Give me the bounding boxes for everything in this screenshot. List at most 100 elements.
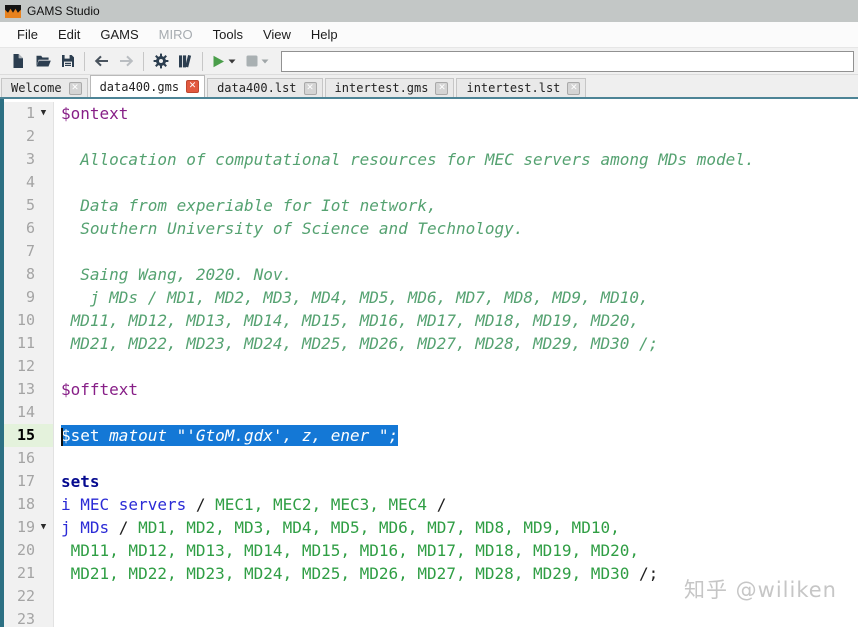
settings-gear-icon bbox=[153, 53, 168, 69]
gutter-cell: 22 bbox=[4, 585, 54, 608]
toolbar-separator bbox=[202, 51, 203, 71]
code-text[interactable] bbox=[54, 401, 858, 424]
command-parameter-input[interactable] bbox=[281, 50, 854, 72]
fold-arrow-icon[interactable]: ▼ bbox=[35, 516, 52, 539]
gutter-cell: 12 bbox=[4, 355, 54, 378]
gutter-cell: 18 bbox=[4, 493, 54, 516]
code-text[interactable]: $set matout "'GtoM.gdx', z, ener "; bbox=[54, 424, 858, 447]
code-text[interactable] bbox=[54, 171, 858, 194]
tab-close-icon[interactable]: ✕ bbox=[567, 81, 581, 95]
menu-item-help[interactable]: Help bbox=[301, 24, 348, 45]
gutter-cell: 8 bbox=[4, 263, 54, 286]
code-text[interactable]: MD11, MD12, MD13, MD14, MD15, MD16, MD17… bbox=[54, 309, 858, 332]
code-text[interactable]: sets bbox=[54, 470, 858, 493]
line-number: 14 bbox=[16, 403, 35, 421]
code-line-11: 11 MD21, MD22, MD23, MD24, MD25, MD26, M… bbox=[4, 332, 858, 355]
code-text[interactable]: MD11, MD12, MD13, MD14, MD15, MD16, MD17… bbox=[54, 539, 858, 562]
gutter-cell: 7 bbox=[4, 240, 54, 263]
gutter-cell: 5 bbox=[4, 194, 54, 217]
gutter-cell: 9 bbox=[4, 286, 54, 309]
gutter-cell: 1 ▼ bbox=[4, 102, 54, 125]
code-text[interactable] bbox=[54, 240, 858, 263]
tab-data400.lst[interactable]: data400.lst ✕ bbox=[207, 78, 323, 97]
line-number: 18 bbox=[16, 495, 35, 513]
code-lines[interactable]: 1 ▼ $ontext 2 3 Allocation of computational … bbox=[4, 99, 858, 627]
line-number: 8 bbox=[25, 265, 35, 283]
code-text[interactable]: Southern University of Science and Techn… bbox=[54, 217, 858, 240]
gutter-cell: 17 bbox=[4, 470, 54, 493]
run-button[interactable] bbox=[207, 49, 241, 73]
code-line-12: 12 bbox=[4, 355, 858, 378]
code-line-2: 2 bbox=[4, 125, 858, 148]
line-number: 10 bbox=[16, 311, 35, 329]
gutter-cell: 6 bbox=[4, 217, 54, 240]
tab-close-icon[interactable]: ✕ bbox=[68, 81, 82, 95]
tab-close-icon[interactable]: ✕ bbox=[435, 81, 449, 95]
model-library-icon bbox=[179, 54, 192, 68]
tab-welcome[interactable]: Welcome ✕ bbox=[1, 78, 88, 97]
run-icon bbox=[213, 55, 224, 67]
save-button[interactable] bbox=[55, 49, 80, 73]
line-number: 12 bbox=[16, 357, 35, 375]
code-text[interactable]: Saing Wang, 2020. Nov. bbox=[54, 263, 858, 286]
line-number: 16 bbox=[16, 449, 35, 467]
tab-intertest.gms[interactable]: intertest.gms ✕ bbox=[324, 78, 455, 97]
tab-data400.gms[interactable]: data400.gms ✕ bbox=[89, 75, 206, 97]
gutter-cell: 13 bbox=[4, 378, 54, 401]
code-text[interactable]: $ontext bbox=[54, 102, 858, 125]
code-text[interactable] bbox=[54, 608, 858, 627]
menu-item-edit[interactable]: Edit bbox=[48, 24, 90, 45]
code-editor[interactable]: 1 ▼ $ontext 2 3 Allocation of computational … bbox=[0, 99, 858, 627]
menu-item-file[interactable]: File bbox=[7, 24, 48, 45]
tab-close-icon[interactable]: ✕ bbox=[186, 80, 200, 93]
run-dropdown-caret-icon bbox=[228, 59, 236, 63]
line-number: 9 bbox=[25, 288, 35, 306]
code-line-9: 9 j MDs / MD1, MD2, MD3, MD4, MD5, MD6, … bbox=[4, 286, 858, 309]
code-text[interactable]: j MDs / MD1, MD2, MD3, MD4, MD5, MD6, MD… bbox=[54, 286, 858, 309]
stop-icon bbox=[246, 55, 258, 67]
code-text[interactable]: Data from experiable for Iot network, bbox=[54, 194, 858, 217]
code-text[interactable] bbox=[54, 125, 858, 148]
gutter-cell: 3 bbox=[4, 148, 54, 171]
tab-label: data400.lst bbox=[217, 81, 297, 95]
toolbar-separator bbox=[143, 51, 144, 71]
line-number: 5 bbox=[25, 196, 35, 214]
code-line-10: 10 MD11, MD12, MD13, MD14, MD15, MD16, M… bbox=[4, 309, 858, 332]
fold-arrow-icon[interactable]: ▼ bbox=[35, 102, 52, 125]
forward-arrow-icon bbox=[120, 55, 134, 67]
settings-button[interactable] bbox=[148, 49, 173, 73]
menu-item-tools[interactable]: Tools bbox=[203, 24, 253, 45]
title-bar: GAMS Studio bbox=[0, 0, 858, 22]
stop-button bbox=[241, 49, 274, 73]
watermark: 知乎 @wiliken bbox=[684, 578, 837, 602]
code-line-6: 6 Southern University of Science and Tec… bbox=[4, 217, 858, 240]
line-number: 7 bbox=[25, 242, 35, 260]
code-text[interactable]: i MEC servers / MEC1, MEC2, MEC3, MEC4 / bbox=[54, 493, 858, 516]
code-text[interactable]: $offtext bbox=[54, 378, 858, 401]
line-number: 11 bbox=[16, 334, 35, 352]
code-text[interactable] bbox=[54, 355, 858, 378]
gutter-cell: 10 bbox=[4, 309, 54, 332]
model-library-button[interactable] bbox=[173, 49, 198, 73]
code-line-15: 15 $set matout "'GtoM.gdx', z, ener "; bbox=[4, 424, 858, 447]
code-text[interactable] bbox=[54, 447, 858, 470]
code-line-18: 18 i MEC servers / MEC1, MEC2, MEC3, MEC4… bbox=[4, 493, 858, 516]
open-file-button[interactable] bbox=[30, 49, 55, 73]
new-file-icon bbox=[13, 54, 23, 68]
code-text[interactable]: MD21, MD22, MD23, MD24, MD25, MD26, MD27… bbox=[54, 332, 858, 355]
tab-label: intertest.lst bbox=[466, 81, 561, 95]
tab-close-icon[interactable]: ✕ bbox=[303, 81, 317, 95]
new-file-button[interactable] bbox=[5, 49, 30, 73]
menu-item-gams[interactable]: GAMS bbox=[90, 24, 148, 45]
code-text[interactable]: j MDs / MD1, MD2, MD3, MD4, MD5, MD6, MD… bbox=[54, 516, 858, 539]
tab-intertest.lst[interactable]: intertest.lst ✕ bbox=[456, 78, 587, 97]
code-text[interactable]: Allocation of computational resources fo… bbox=[54, 148, 858, 171]
gutter-cell: 11 bbox=[4, 332, 54, 355]
menu-bar: File Edit GAMS MIRO Tools View Help bbox=[0, 22, 858, 47]
line-number: 15 bbox=[16, 426, 35, 444]
tab-label: Welcome bbox=[11, 81, 62, 95]
back-button[interactable] bbox=[89, 49, 114, 73]
gutter-cell: 15 bbox=[4, 424, 54, 447]
menu-item-view[interactable]: View bbox=[253, 24, 301, 45]
code-line-19: 19 ▼ j MDs / MD1, MD2, MD3, MD4, MD5, MD6,… bbox=[4, 516, 858, 539]
